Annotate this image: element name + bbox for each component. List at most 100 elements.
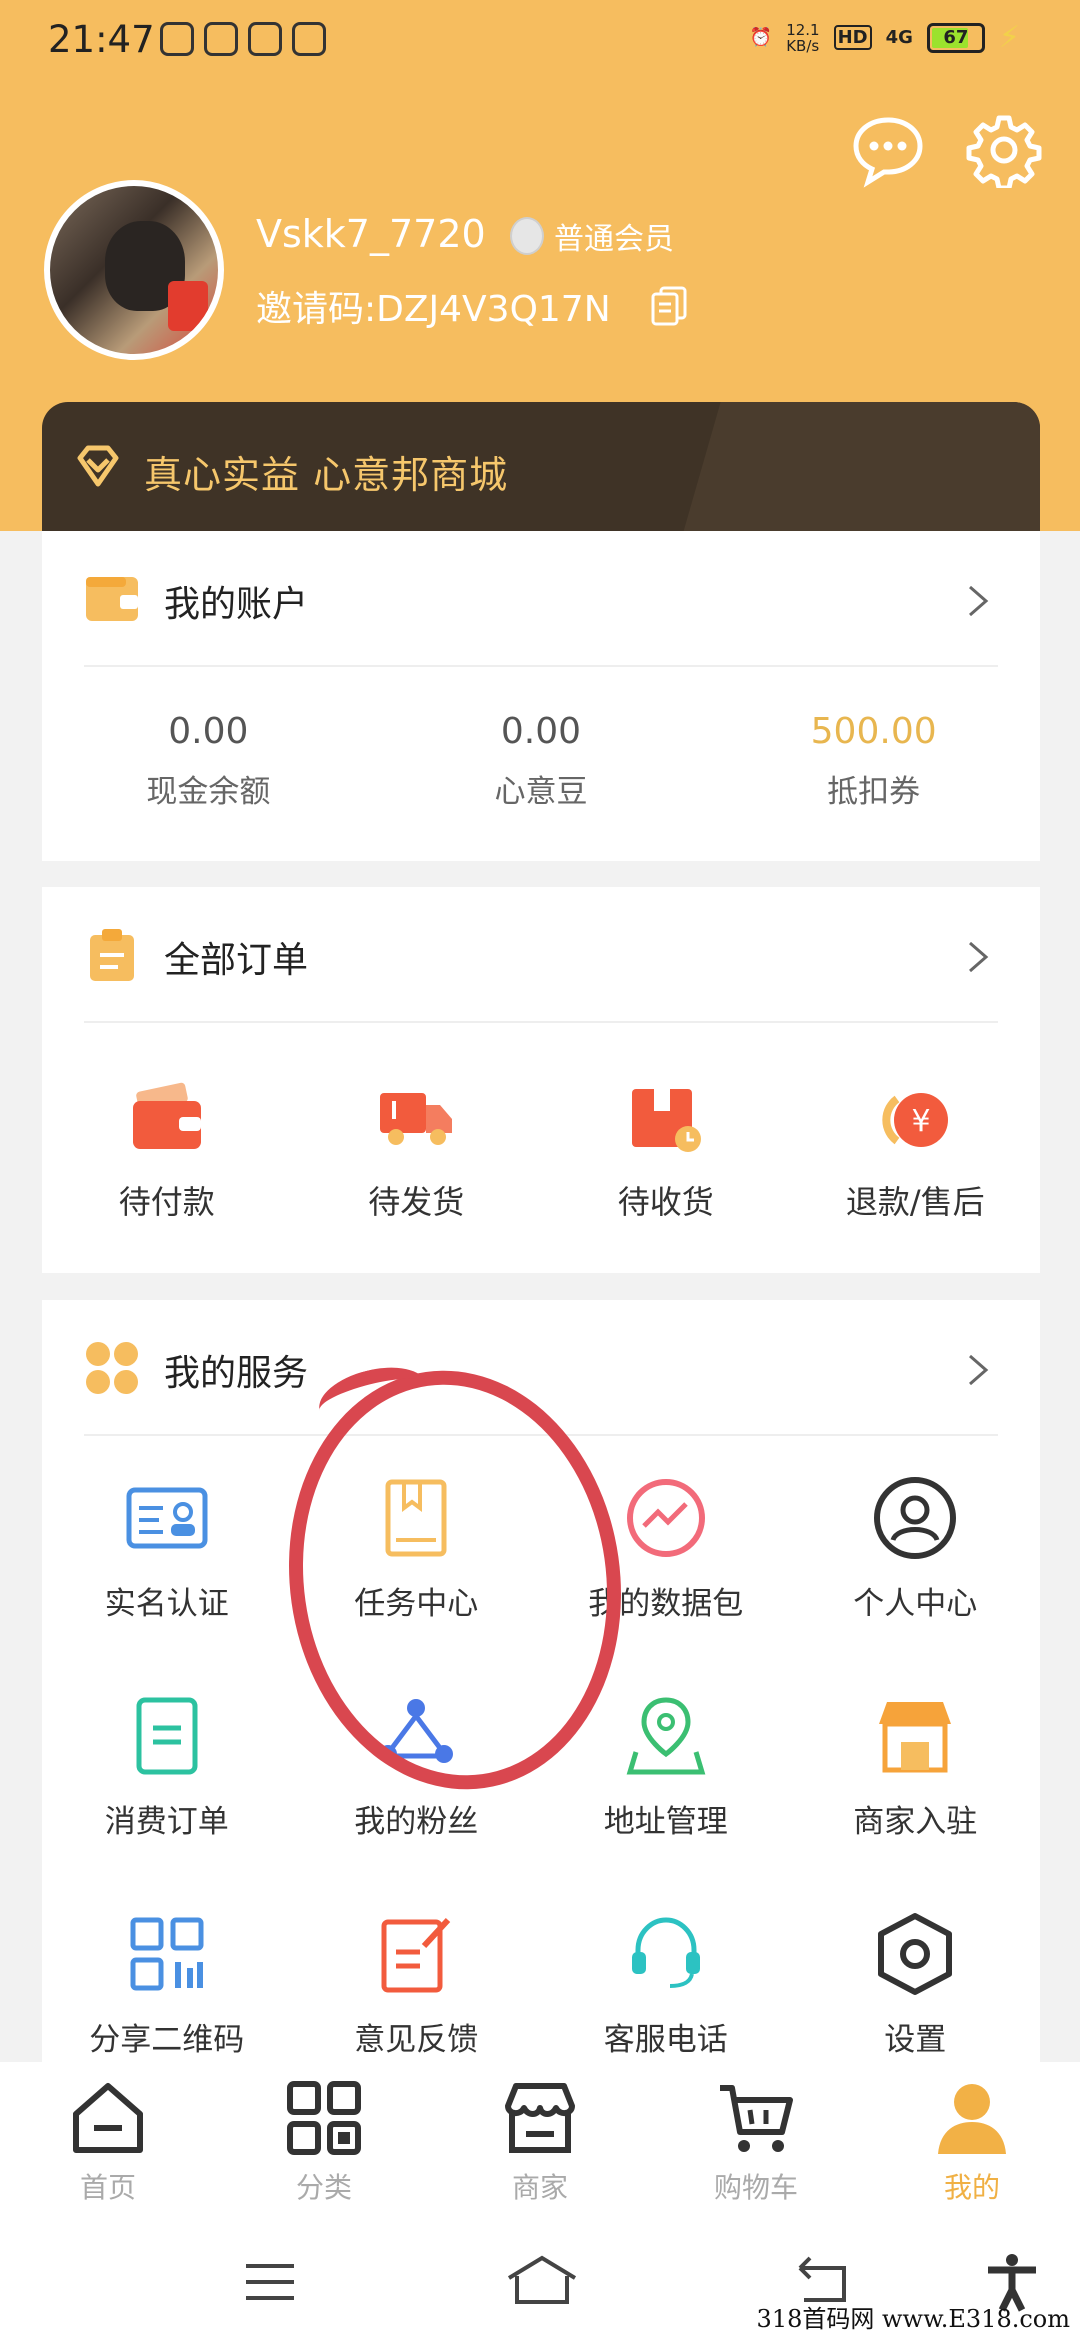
order-pending-payment[interactable]: 待付款 <box>47 1079 287 1223</box>
cash-balance-label: 现金余额 <box>146 774 271 810</box>
account-header[interactable]: 我的账户 <box>84 531 998 667</box>
app-icon <box>204 22 238 56</box>
service-label: 消费订单 <box>104 1804 229 1840</box>
cash-balance-value: 0.00 <box>168 711 249 752</box>
nav-category[interactable]: 分类 <box>216 2062 432 2212</box>
service-label: 设置 <box>884 2022 947 2058</box>
fans-network-icon <box>379 1699 454 1763</box>
menu-icon[interactable] <box>240 2252 300 2312</box>
services-header[interactable]: 我的服务 <box>84 1300 998 1436</box>
svg-text:¥: ¥ <box>912 1104 931 1139</box>
service-label: 意见反馈 <box>354 2022 479 2058</box>
services-title: 我的服务 <box>164 1353 309 1394</box>
mall-banner[interactable]: 真心实益 心意邦商城 <box>42 402 1040 531</box>
nav-label: 购物车 <box>713 2171 798 2204</box>
nav-cart[interactable]: 购物车 <box>648 2062 864 2212</box>
hd-badge: HD <box>833 25 872 50</box>
message-icon[interactable] <box>850 112 926 188</box>
invite-code: 邀请码:DZJ4V3Q17N <box>256 289 611 330</box>
order-pending-shipment[interactable]: 待发货 <box>296 1079 536 1223</box>
service-task-center[interactable]: 任务中心 <box>292 1476 542 1694</box>
card-icon <box>292 22 326 56</box>
orders-title: 全部订单 <box>164 940 309 981</box>
service-real-name[interactable]: 实名认证 <box>42 1476 292 1694</box>
notification-icons <box>160 22 326 56</box>
task-book-icon <box>385 1479 447 1557</box>
nav-merchants[interactable]: 商家 <box>432 2062 648 2212</box>
service-label: 个人中心 <box>853 1586 978 1622</box>
cash-balance[interactable]: 0.00 现金余额 <box>58 711 358 811</box>
service-label: 商家入驻 <box>853 1804 978 1840</box>
service-label: 我的粉丝 <box>354 1804 479 1840</box>
gear-icon[interactable] <box>966 112 1042 188</box>
medal-icon <box>510 217 544 255</box>
service-share-qrcode[interactable]: 分享二维码 <box>42 1912 292 2062</box>
storefront-icon <box>879 1702 952 1773</box>
service-label: 客服电话 <box>603 2022 728 2058</box>
service-label: 实名认证 <box>104 1586 229 1622</box>
net-speed: 12.1 KB/s <box>786 20 820 55</box>
coupon-balance-value: 500.00 <box>810 711 937 752</box>
order-pending-payment-label: 待付款 <box>118 1183 215 1221</box>
home-button-icon[interactable] <box>505 2252 579 2312</box>
refund-icon: ¥ <box>882 1093 949 1147</box>
order-refund[interactable]: ¥ 退款/售后 <box>795 1079 1035 1223</box>
order-pending-receipt[interactable]: 待收货 <box>546 1079 786 1223</box>
account-balances: 0.00 现金余额 0.00 心意豆 500.00 抵扣券 <box>42 667 1040 811</box>
nav-label: 首页 <box>79 2171 136 2204</box>
beans-balance[interactable]: 0.00 心意豆 <box>391 711 691 811</box>
status-time: 21:47 <box>48 18 155 61</box>
order-pending-shipment-label: 待发货 <box>368 1183 465 1221</box>
banner-text: 真心实益 心意邦商城 <box>144 453 509 497</box>
service-my-fans[interactable]: 我的粉丝 <box>292 1694 542 1912</box>
home-icon <box>73 2083 143 2153</box>
service-merchant-join[interactable]: 商家入驻 <box>791 1694 1041 1912</box>
profile-header: 21:47 ⏰ 12.1 KB/s HD 4G 67 ⚡ Vskk7_7720 <box>0 0 1080 531</box>
alipay-icon <box>248 22 282 56</box>
service-label: 分享二维码 <box>89 2022 245 2058</box>
wallet-folder-icon <box>86 577 138 621</box>
service-address[interactable]: 地址管理 <box>541 1694 791 1912</box>
nav-mine[interactable]: 我的 <box>864 2062 1080 2212</box>
header-actions <box>850 112 1042 188</box>
shop-icon <box>505 2083 575 2153</box>
service-settings[interactable]: 设置 <box>791 1912 1041 2062</box>
id-card-icon <box>126 1487 208 1549</box>
member-level: 普通会员 <box>510 214 674 258</box>
member-level-label: 普通会员 <box>554 222 674 257</box>
chevron-right-icon <box>969 941 989 973</box>
nav-label: 商家 <box>511 2171 568 2204</box>
cart-icon <box>720 2085 793 2152</box>
service-data-package[interactable]: 我的数据包 <box>541 1476 791 1694</box>
beans-balance-value: 0.00 <box>500 711 582 752</box>
coupon-balance[interactable]: 500.00 抵扣券 <box>724 711 1024 811</box>
charging-icon: ⚡ <box>998 20 1020 55</box>
service-hotline[interactable]: 客服电话 <box>541 1912 791 2062</box>
services-card: 我的服务 实名认证 任务中心 我的数据包 个人中心 消费订单 我的粉丝 地址管理… <box>42 1300 1040 2062</box>
services-grid: 实名认证 任务中心 我的数据包 个人中心 消费订单 我的粉丝 地址管理 商家入驻… <box>42 1436 1040 2062</box>
account-title: 我的账户 <box>164 584 309 625</box>
service-personal-center[interactable]: 个人中心 <box>791 1476 1041 1694</box>
hex-settings-icon <box>878 1913 953 1995</box>
orders-header[interactable]: 全部订单 <box>84 887 998 1023</box>
wechat-icon <box>160 22 194 56</box>
service-consumption-orders[interactable]: 消费订单 <box>42 1694 292 1912</box>
diamond-icon <box>77 445 119 487</box>
alarm-icon: ⏰ <box>749 27 773 48</box>
nav-home[interactable]: 首页 <box>0 2062 216 2212</box>
location-map-icon <box>626 1697 706 1775</box>
status-bar: 21:47 ⏰ 12.1 KB/s HD 4G 67 ⚡ <box>0 0 1080 80</box>
avatar[interactable] <box>44 180 224 360</box>
package-icon <box>631 1089 701 1152</box>
order-refund-label: 退款/售后 <box>845 1183 985 1221</box>
bottom-nav: 首页 分类 商家 购物车 我的 <box>0 2062 1080 2212</box>
status-right: ⏰ 12.1 KB/s HD 4G 67 ⚡ <box>750 20 1020 55</box>
order-pending-receipt-label: 待收货 <box>617 1183 714 1221</box>
copy-icon[interactable] <box>651 286 687 326</box>
service-label: 任务中心 <box>354 1586 479 1622</box>
wallet-icon <box>132 1082 201 1149</box>
clover-grid-icon <box>86 1342 138 1394</box>
clipboard-icon <box>90 929 134 981</box>
service-feedback[interactable]: 意见反馈 <box>292 1912 542 2062</box>
chevron-right-icon <box>969 1354 989 1386</box>
